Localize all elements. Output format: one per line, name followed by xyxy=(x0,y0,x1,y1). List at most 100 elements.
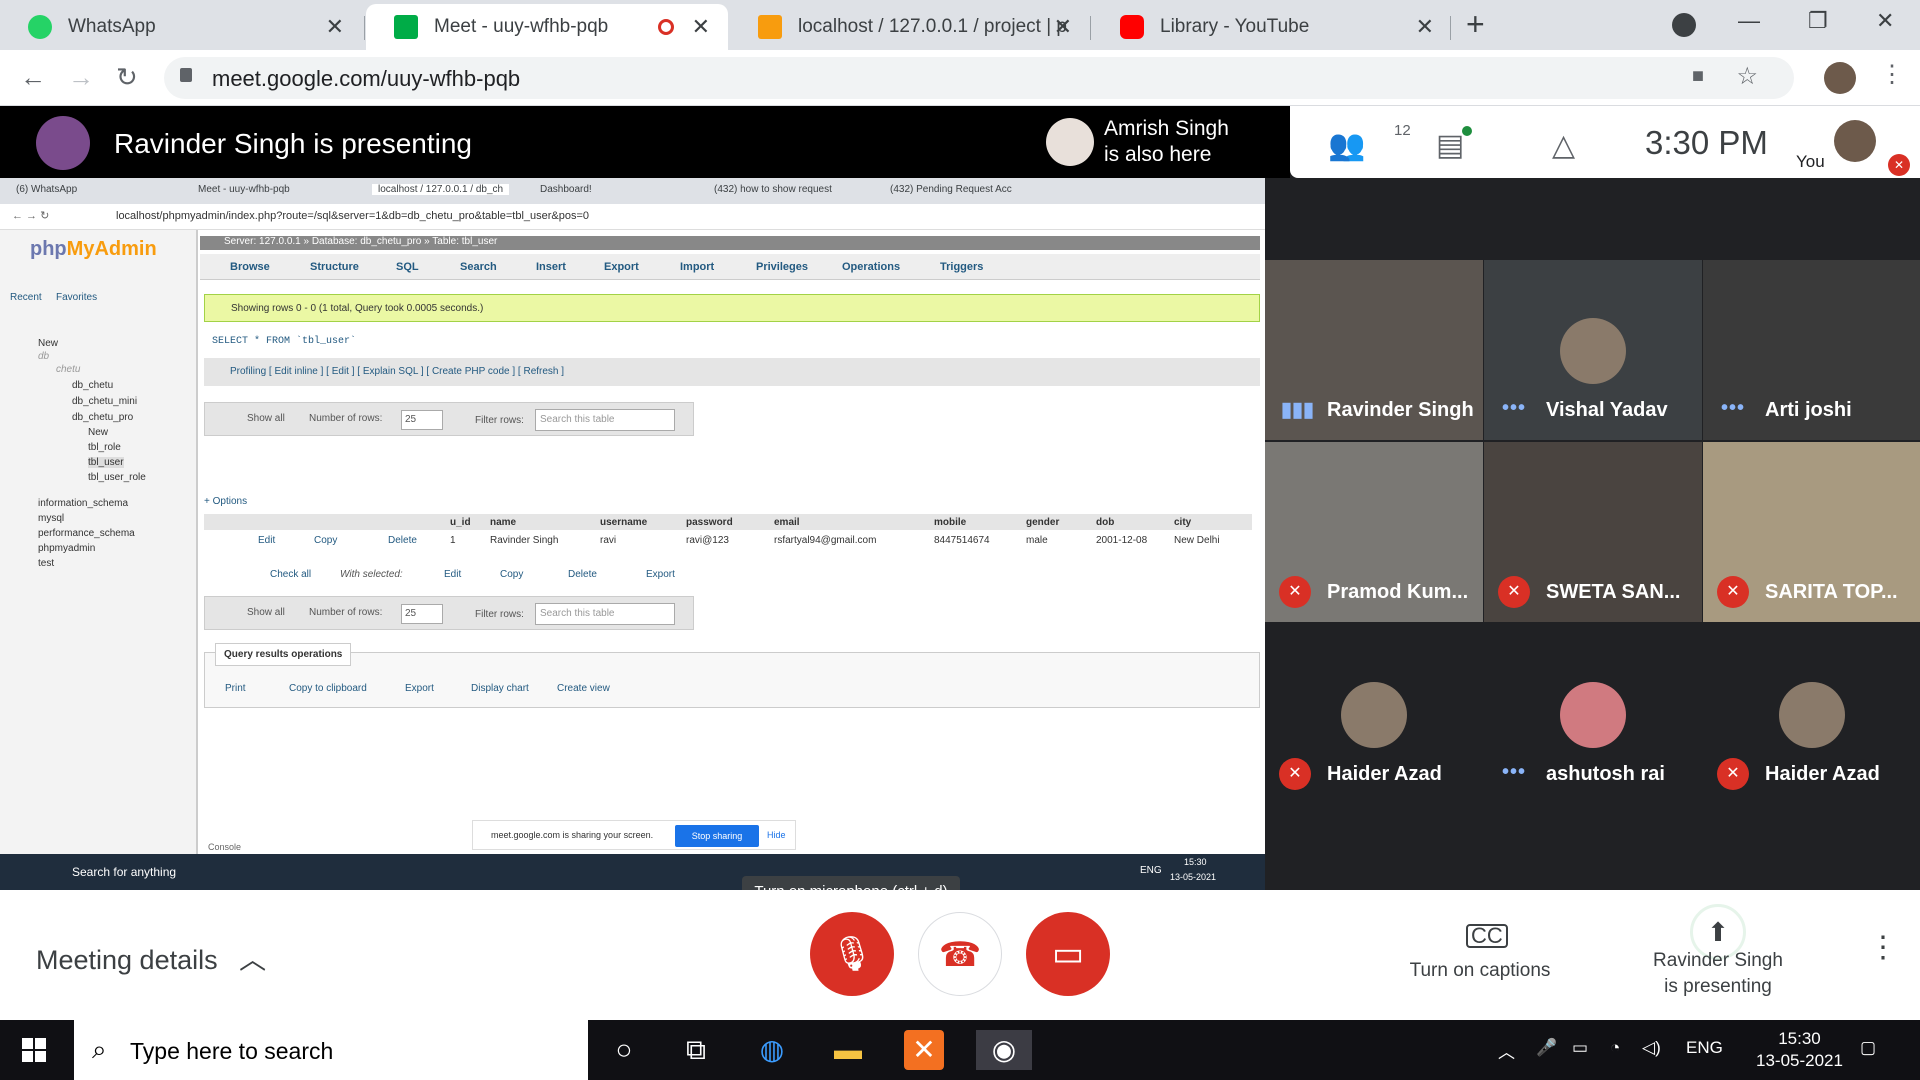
navigation-box: Show all Number of rows: 25 Filter rows:… xyxy=(204,402,694,436)
console-tab[interactable]: Console xyxy=(208,842,241,852)
more-options-icon: ••• xyxy=(1502,761,1527,783)
battery-icon[interactable]: ▭ xyxy=(1572,1038,1588,1058)
table-header: u_id name username password email mobile… xyxy=(204,514,1252,530)
xampp-icon[interactable]: ✕ xyxy=(904,1030,944,1070)
tab-triggers[interactable]: Triggers xyxy=(940,261,983,273)
options-link[interactable]: + Options xyxy=(204,496,247,507)
sql-query: SELECT * FROM `tbl_user` xyxy=(204,328,1260,358)
close-tab-icon[interactable]: ✕ xyxy=(692,14,710,40)
forward-icon[interactable]: → xyxy=(68,62,94,93)
stop-sharing-button[interactable]: Stop sharing xyxy=(675,825,759,847)
shared-tab-strip: (6) WhatsApp Meet - uuy-wfhb-pqb localho… xyxy=(0,178,1265,204)
chrome-icon[interactable]: ◉ xyxy=(976,1030,1032,1070)
system-clock[interactable]: 15:30 13-05-2021 xyxy=(1756,1028,1843,1072)
tab-search-icon[interactable] xyxy=(1672,13,1696,37)
notifications-icon[interactable]: ▢ xyxy=(1860,1038,1876,1058)
back-icon[interactable]: ← xyxy=(20,62,46,93)
tab-structure[interactable]: Structure xyxy=(310,261,359,273)
tab-import[interactable]: Import xyxy=(680,261,714,273)
microphone-icon[interactable]: 🎤 xyxy=(1536,1038,1557,1058)
cortana-icon[interactable]: ○ xyxy=(604,1030,644,1070)
participant-tile[interactable]: ✕ SARITA TOP... xyxy=(1703,442,1920,622)
filter-input[interactable]: Search this table xyxy=(535,409,675,431)
activities-icon[interactable]: △ xyxy=(1552,128,1575,163)
breadcrumb: Server: 127.0.0.1 » Database: db_chetu_p… xyxy=(200,236,1260,250)
omnibox[interactable]: meet.google.com/uuy-wfhb-pqb ■ ☆ xyxy=(164,57,1794,99)
filter-input[interactable]: Search this table xyxy=(535,603,675,625)
tab-meet[interactable]: Meet - uuy-wfhb-pqb ✕ xyxy=(366,4,728,50)
participant-tile[interactable]: ▮▮▮ Ravinder Singh xyxy=(1265,260,1483,440)
tab-divider xyxy=(364,16,365,40)
pma-logo: phpMyAdmin xyxy=(30,238,157,260)
tab-insert[interactable]: Insert xyxy=(536,261,566,273)
query-results-operations: Query results operations Print Copy to c… xyxy=(204,643,1260,708)
browser-tab-strip: WhatsApp ✕ Meet - uuy-wfhb-pqb ✕ localho… xyxy=(0,0,1920,50)
star-icon[interactable]: ☆ xyxy=(1736,62,1758,91)
restore-button[interactable]: ❐ xyxy=(1808,8,1828,34)
tab-export[interactable]: Export xyxy=(604,261,639,273)
shared-screen: (6) WhatsApp Meet - uuy-wfhb-pqb localho… xyxy=(0,178,1265,890)
volume-icon[interactable]: ◁) xyxy=(1642,1038,1661,1058)
tab-operations[interactable]: Operations xyxy=(842,261,900,273)
more-options-icon[interactable]: ⋮ xyxy=(1868,930,1898,965)
captions-icon[interactable]: CC xyxy=(1466,924,1508,948)
close-tab-icon[interactable]: ✕ xyxy=(1416,14,1434,40)
close-tab-icon[interactable]: ✕ xyxy=(326,14,344,40)
close-tab-icon[interactable]: ✕ xyxy=(1054,14,1072,40)
participant-tile[interactable]: ••• ashutosh rai xyxy=(1484,624,1702,804)
chevron-up-icon[interactable]: ︿ xyxy=(1498,1038,1515,1063)
tab-whatsapp[interactable]: WhatsApp ✕ xyxy=(0,4,362,50)
edge-icon[interactable]: ◍ xyxy=(752,1030,792,1070)
success-message: Showing rows 0 - 0 (1 total, Query took … xyxy=(204,294,1260,322)
camera-toggle-button[interactable]: ▭ xyxy=(1026,912,1110,996)
chat-badge xyxy=(1462,126,1472,136)
tab-phpmyadmin[interactable]: localhost / 127.0.0.1 / project | pl ✕ xyxy=(730,4,1090,50)
tab-privileges[interactable]: Privileges xyxy=(756,261,808,273)
muted-mic-icon: ✕ xyxy=(1279,576,1311,608)
task-view-icon[interactable]: ⧉ xyxy=(676,1030,716,1070)
meeting-details-button[interactable]: Meeting details ︿ xyxy=(36,938,266,977)
windows-start-icon[interactable] xyxy=(22,1038,46,1062)
url-text[interactable]: meet.google.com/uuy-wfhb-pqb xyxy=(212,66,520,92)
people-icon[interactable]: 👥 xyxy=(1328,128,1365,163)
chevron-up-icon: ︿ xyxy=(239,945,267,975)
participant-tile[interactable]: ✕ Haider Azad xyxy=(1703,624,1920,804)
tab-browse[interactable]: Browse xyxy=(230,261,270,273)
wifi-icon[interactable]: ◔ xyxy=(1610,1038,1620,1058)
tab-youtube[interactable]: Library - YouTube ✕ xyxy=(1092,4,1452,50)
hide-button[interactable]: Hide xyxy=(767,830,786,840)
meet-icon xyxy=(394,15,418,39)
reload-icon[interactable]: ↻ xyxy=(116,62,138,93)
new-tab-button[interactable]: + xyxy=(1466,6,1485,43)
participant-tile[interactable]: ✕ SWETA SAN... xyxy=(1484,442,1702,622)
presenter-banner: Ravinder Singh is presenting xyxy=(114,128,472,159)
more-options-icon: ••• xyxy=(1502,397,1527,419)
file-explorer-icon[interactable]: ▬ xyxy=(828,1030,868,1070)
participant-tile[interactable]: ✕ Haider Azad xyxy=(1265,624,1483,804)
address-toolbar: ← → ↻ meet.google.com/uuy-wfhb-pqb ■ ☆ ⋮ xyxy=(0,50,1920,106)
avatar xyxy=(1560,682,1626,748)
menu-icon[interactable]: ⋮ xyxy=(1880,60,1904,89)
search-icon: ⌕ xyxy=(92,1034,107,1064)
camera-icon[interactable]: ■ xyxy=(1692,65,1704,88)
captions-label[interactable]: Turn on captions xyxy=(1400,960,1560,982)
close-window-button[interactable]: ✕ xyxy=(1876,8,1894,34)
participant-tile[interactable]: ••• Arti joshi xyxy=(1703,260,1920,440)
language-indicator[interactable]: ENG xyxy=(1686,1038,1723,1058)
participant-tile[interactable]: ••• Vishal Yadav xyxy=(1484,260,1702,440)
profiling-links[interactable]: Profiling [ Edit inline ] [ Edit ] [ Exp… xyxy=(204,358,1260,386)
presenting-label[interactable]: Ravinder Singh is presenting xyxy=(1634,948,1802,1000)
navigation-box: Show all Number of rows: 25 Filter rows:… xyxy=(204,596,694,630)
participant-tile[interactable]: ✕ Pramod Kum... xyxy=(1265,442,1483,622)
meeting-clock: 3:30 PM xyxy=(1645,124,1768,161)
minimize-button[interactable]: — xyxy=(1738,8,1760,34)
taskbar-search[interactable]: ⌕ Type here to search xyxy=(74,1020,588,1080)
tab-search[interactable]: Search xyxy=(460,261,497,273)
mic-toggle-button[interactable]: 🎙 xyxy=(810,912,894,996)
lock-icon xyxy=(180,68,192,82)
chat-icon[interactable]: ▤ xyxy=(1436,128,1464,163)
muted-mic-icon: ✕ xyxy=(1717,576,1749,608)
profile-avatar[interactable] xyxy=(1824,62,1856,94)
leave-call-button[interactable]: ☎ xyxy=(918,912,1002,996)
tab-sql[interactable]: SQL xyxy=(396,261,419,273)
